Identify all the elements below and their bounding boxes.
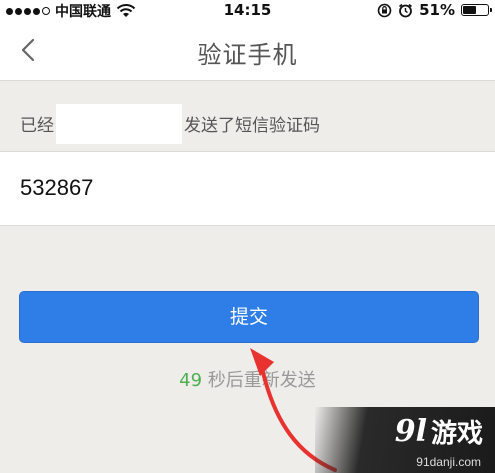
battery-icon <box>461 4 492 16</box>
battery-level <box>463 6 477 14</box>
site-watermark: 9l 游戏 91danji.com <box>315 407 495 473</box>
notice-suffix: 发送了短信验证码 <box>184 116 320 136</box>
notice-prefix: 已经 <box>20 116 54 136</box>
alarm-icon <box>399 3 413 17</box>
watermark-url: 91danji.com <box>416 455 481 469</box>
sms-sent-text: 已经 发送了短信验证码 <box>20 104 320 146</box>
verification-code-row <box>0 151 495 226</box>
page-title: 验证手机 <box>197 41 298 69</box>
watermark-brand: 游戏 <box>430 419 483 449</box>
battery-percentage: 51% <box>419 1 455 19</box>
status-bar: 中国联通 14:15 51% <box>0 0 495 20</box>
watermark-number: 9l <box>394 414 427 449</box>
sms-sent-notice: 已经 发送了短信验证码 <box>0 81 495 151</box>
resend-countdown: 49 秒后重新发送 <box>0 366 495 392</box>
countdown-text: 秒后重新发送 <box>207 370 316 391</box>
verification-code-input[interactable] <box>20 170 460 206</box>
countdown-seconds: 49 <box>179 370 203 391</box>
rotation-lock-icon <box>377 3 392 17</box>
masked-phone-number <box>56 104 182 144</box>
navigation-bar: 验证手机 <box>0 20 495 81</box>
submit-button[interactable]: 提交 <box>19 291 479 343</box>
status-right: 51% <box>377 1 492 19</box>
watermark-logo: 9l 游戏 <box>395 413 483 450</box>
